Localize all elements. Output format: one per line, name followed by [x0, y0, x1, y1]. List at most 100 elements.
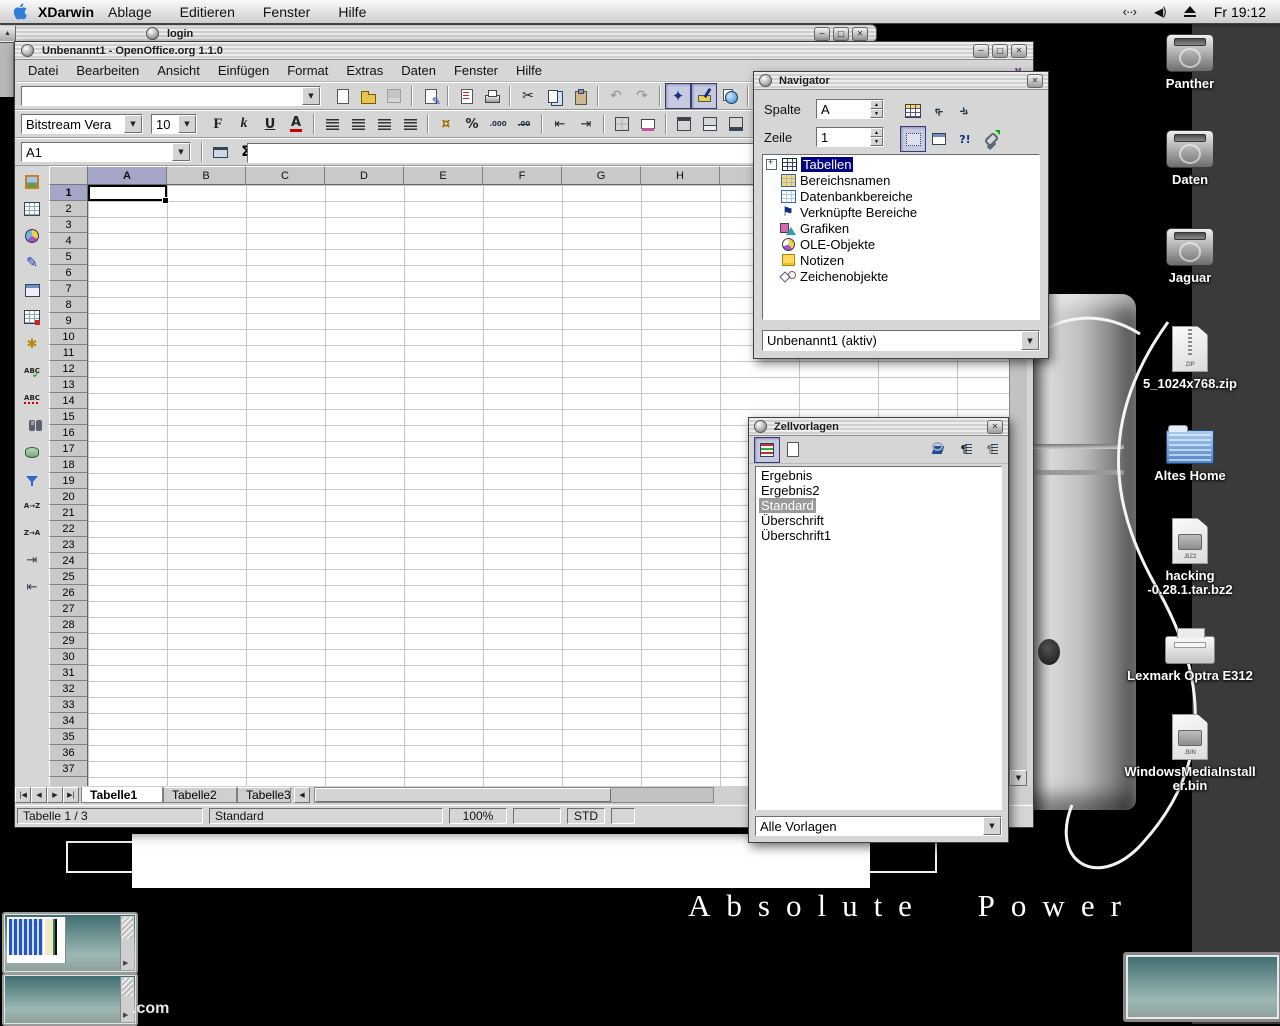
tree-item-bereichsnamen[interactable]: Bereichsnamen: [763, 172, 1039, 188]
row-header-35[interactable]: 35: [49, 729, 88, 745]
align-bottom-button[interactable]: [723, 111, 749, 137]
decrease-indent-button[interactable]: [547, 111, 573, 137]
eject-icon[interactable]: [1184, 6, 1196, 17]
desktop-icon-daten[interactable]: Daten: [1122, 130, 1258, 187]
mac-menu-hilfe[interactable]: Hilfe: [338, 4, 366, 20]
row-header-14[interactable]: 14: [49, 393, 88, 409]
horizontal-scrollbar[interactable]: [314, 787, 714, 803]
column-spinner[interactable]: A: [816, 99, 884, 119]
row-header-9[interactable]: 9: [49, 313, 88, 329]
column-header-g[interactable]: G: [562, 166, 641, 185]
style-filter-selector[interactable]: Alle Vorlagen: [755, 816, 1002, 836]
new-style-from-selection-button[interactable]: [951, 437, 977, 463]
navigator-titlebar[interactable]: Navigator ✕: [754, 72, 1048, 90]
find-replace-button[interactable]: [19, 412, 45, 438]
row-header-17[interactable]: 17: [49, 441, 88, 457]
insert-button[interactable]: [19, 169, 45, 195]
selection-fill-handle[interactable]: [162, 197, 169, 204]
close-icon[interactable]: ✕: [1027, 74, 1043, 88]
login-scroll-up-icon[interactable]: ▲: [0, 26, 16, 41]
increase-indent-button[interactable]: [573, 111, 599, 137]
row-header-27[interactable]: 27: [49, 601, 88, 617]
form-functions-button[interactable]: [19, 277, 45, 303]
desktop-icon-windowsmediainstall[interactable]: .BINWindowsMediaInstall er.bin: [1122, 714, 1258, 793]
row-header-31[interactable]: 31: [49, 665, 88, 681]
sheet-tab-tabelle3[interactable]: Tabelle3: [237, 787, 291, 803]
status-selection-mode[interactable]: STD: [567, 808, 605, 824]
stylist-button[interactable]: [691, 83, 717, 109]
row-header-3[interactable]: 3: [49, 217, 88, 233]
end-button[interactable]: [952, 98, 978, 124]
previous-sheet-button[interactable]: [31, 787, 47, 803]
close-icon[interactable]: ✕: [1011, 44, 1027, 58]
row-header-30[interactable]: 30: [49, 649, 88, 665]
underline-button[interactable]: [257, 111, 283, 137]
url-combobox[interactable]: [21, 86, 321, 106]
maximize-icon[interactable]: □: [833, 27, 849, 41]
row-header-36[interactable]: 36: [49, 745, 88, 761]
menu-fenster[interactable]: Fenster: [445, 63, 507, 78]
row-header-24[interactable]: 24: [49, 553, 88, 569]
row-header-33[interactable]: 33: [49, 697, 88, 713]
row-spinner[interactable]: 1: [816, 127, 884, 147]
tab-scroll-left-button[interactable]: [294, 787, 310, 803]
input-source-icon[interactable]: [1123, 4, 1136, 19]
tree-item-verkn-pfte-bereiche[interactable]: Verknüpfte Bereiche: [763, 204, 1039, 220]
autofilter-button[interactable]: [19, 466, 45, 492]
row-header-10[interactable]: 10: [49, 329, 88, 345]
italic-button[interactable]: [231, 111, 257, 137]
row-header-34[interactable]: 34: [49, 713, 88, 729]
begin-button[interactable]: [926, 98, 952, 124]
spin-up-icon[interactable]: [870, 100, 883, 109]
bold-button[interactable]: [205, 111, 231, 137]
status-sheet-info[interactable]: Tabelle 1 / 3: [17, 808, 203, 824]
row-header-11[interactable]: 11: [49, 345, 88, 361]
page-styles-button[interactable]: [780, 437, 806, 463]
calc-titlebar[interactable]: Unbenannt1 - OpenOffice.org 1.1.0 − □ ✕: [15, 42, 1033, 60]
cell-reference-dropdown-icon[interactable]: [172, 143, 190, 161]
sort-ascending-button[interactable]: [19, 493, 45, 519]
row-header-21[interactable]: 21: [49, 505, 88, 521]
data-sources-button[interactable]: [19, 439, 45, 465]
toggle-button[interactable]: [926, 126, 952, 152]
menubar-clock[interactable]: Fr 19:12: [1214, 4, 1266, 20]
align-left-button[interactable]: [319, 111, 345, 137]
print-button[interactable]: [479, 83, 505, 109]
tree-item-zeichenobjekte[interactable]: Zeichenobjekte: [763, 268, 1039, 284]
update-style-button[interactable]: [977, 437, 1003, 463]
spin-up-icon[interactable]: [870, 128, 883, 137]
horizontal-scrollbar-thumb[interactable]: [315, 788, 611, 802]
row-header-23[interactable]: 23: [49, 537, 88, 553]
row-header-1[interactable]: 1: [49, 185, 88, 201]
row-header-15[interactable]: 15: [49, 409, 88, 425]
status-modified-flag[interactable]: [611, 808, 635, 824]
tree-item-notizen[interactable]: Notizen: [763, 252, 1039, 268]
stylist-titlebar[interactable]: Zellvorlagen ✕: [749, 418, 1008, 436]
cell-styles-button[interactable]: [754, 437, 780, 463]
menu-extras[interactable]: Extras: [337, 63, 392, 78]
row-header-32[interactable]: 32: [49, 681, 88, 697]
row-header-7[interactable]: 7: [49, 281, 88, 297]
choose-themes-button[interactable]: [19, 331, 45, 357]
tree-item-ole-objekte[interactable]: OLE-Objekte: [763, 236, 1039, 252]
close-icon[interactable]: ✕: [987, 420, 1003, 434]
insert-object-button[interactable]: [19, 223, 45, 249]
row-header-6[interactable]: 6: [49, 265, 88, 281]
row-header-20[interactable]: 20: [49, 489, 88, 505]
new-document-button[interactable]: [329, 83, 355, 109]
justify-button[interactable]: [397, 111, 423, 137]
row-header-13[interactable]: 13: [49, 377, 88, 393]
column-header-b[interactable]: B: [167, 166, 246, 185]
minimize-icon[interactable]: −: [973, 44, 989, 58]
desktop-icon-lexmark-optra-e312[interactable]: Lexmark Optra E312: [1122, 624, 1258, 683]
mac-menu-ablage[interactable]: Ablage: [108, 4, 152, 20]
mac-menu-fenster[interactable]: Fenster: [263, 4, 310, 20]
font-size-combobox[interactable]: 10: [151, 114, 197, 134]
volume-icon[interactable]: [1154, 5, 1166, 19]
copy-button[interactable]: [541, 83, 567, 109]
column-header-f[interactable]: F: [483, 166, 562, 185]
cell-reference-box[interactable]: A1: [21, 142, 191, 162]
scenarios-button[interactable]: [952, 126, 978, 152]
last-sheet-button[interactable]: [63, 787, 79, 803]
column-header-a[interactable]: A: [88, 166, 167, 185]
